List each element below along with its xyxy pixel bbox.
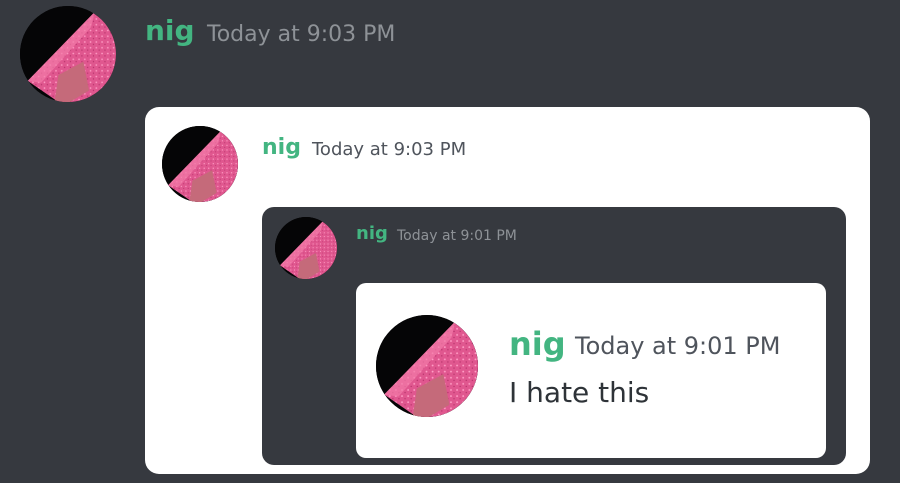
message-timestamp: Today at 9:01 PM (575, 332, 781, 360)
avatar-pink-glitter-icon (162, 126, 238, 202)
username[interactable]: nig (145, 17, 195, 45)
avatar[interactable] (275, 217, 337, 279)
message-content: I hate this (509, 376, 650, 409)
message-timestamp: Today at 9:03 PM (312, 139, 467, 160)
avatar-pink-glitter-icon (275, 217, 337, 279)
avatar-pink-glitter-icon (20, 6, 116, 102)
message-timestamp: Today at 9:01 PM (397, 228, 517, 244)
username[interactable]: nig (509, 328, 566, 360)
username[interactable]: nig (356, 225, 388, 243)
avatar[interactable] (162, 126, 238, 202)
avatar[interactable] (20, 6, 116, 102)
username[interactable]: nig (262, 137, 301, 159)
avatar[interactable] (376, 315, 478, 417)
message-timestamp: Today at 9:03 PM (207, 22, 396, 47)
avatar-pink-glitter-icon (376, 315, 478, 417)
